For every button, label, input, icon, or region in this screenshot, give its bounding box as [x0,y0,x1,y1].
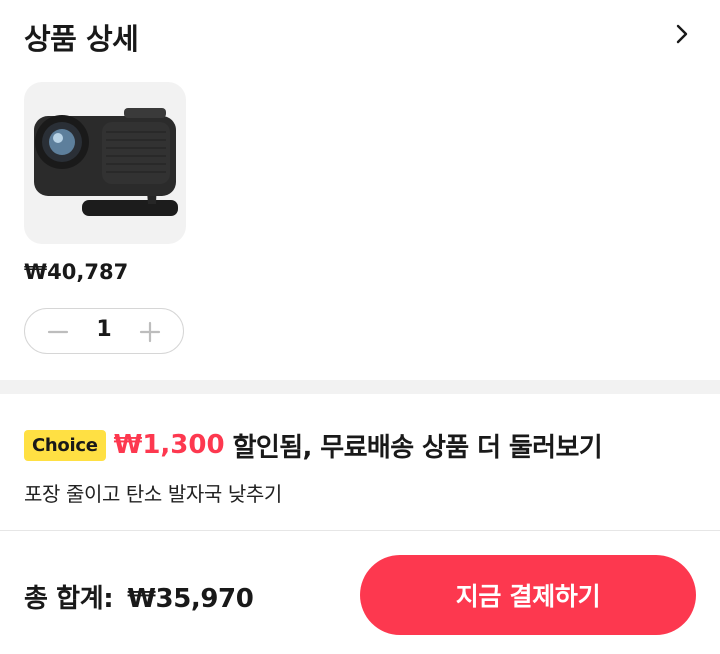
plus-icon[interactable] [139,321,161,343]
total-label: 총 합계: [24,584,114,614]
promo-amount: ₩1,300 [113,430,225,460]
section-divider [0,380,720,394]
promo-text: 할인됨, 무료배송 상품 더 둘러보기 [232,432,603,463]
total-value: ₩35,970 [127,584,254,614]
header: 상품 상세 [0,0,720,76]
pay-now-button[interactable]: 지금 결제하기 [360,555,696,635]
promo-subtext: 포장 줄이고 탄소 발자국 낮추기 [24,482,282,506]
total-summary: 총 합계: ₩35,970 [24,578,254,615]
footer-divider [0,530,720,531]
quantity-stepper[interactable]: 1 [24,308,184,354]
promo-banner[interactable]: Choice ₩1,300 할인됨, 무료배송 상품 더 둘러보기 [24,425,603,465]
page-title: 상품 상세 [24,22,139,56]
product-price: ₩40,787 [24,260,129,284]
chevron-right-icon[interactable] [668,20,696,48]
product-image[interactable] [24,82,186,244]
choice-badge: Choice [24,429,106,461]
